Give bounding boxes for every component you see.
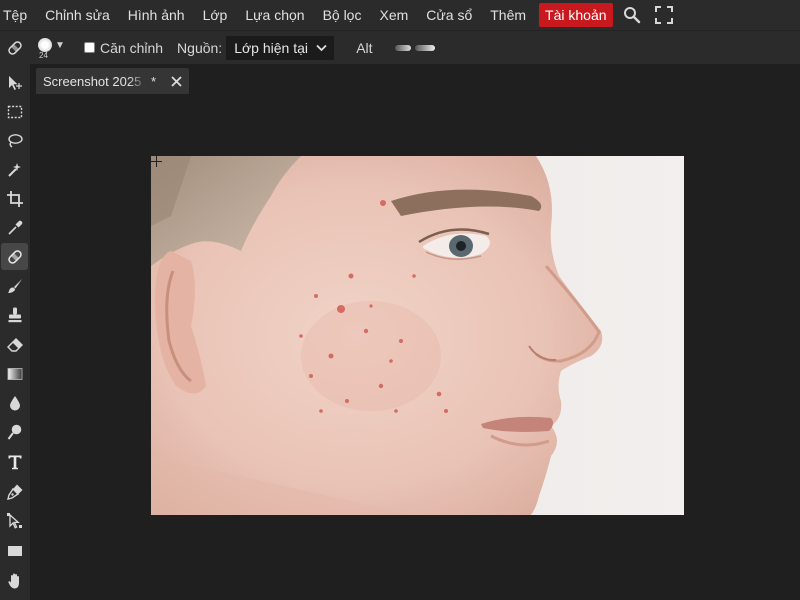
rectangle-tool[interactable] — [1, 537, 28, 564]
healing-brush-icon[interactable] — [1, 34, 29, 62]
brush-icon — [7, 278, 22, 293]
crop-tool[interactable] — [1, 185, 28, 212]
chevron-down-icon: ▼ — [55, 39, 65, 51]
brush-size-label: 24 — [39, 50, 48, 60]
gradient-icon — [7, 367, 22, 380]
source-select-value: Lớp hiện tại — [234, 39, 308, 56]
menu-image[interactable]: Hình ảnh — [119, 3, 194, 27]
align-label: Căn chỉnh — [100, 39, 164, 56]
marquee-tool[interactable] — [1, 98, 28, 125]
menu-more[interactable]: Thêm — [481, 3, 535, 27]
eyedropper-icon — [7, 220, 22, 235]
options-bar: 24 ▼ Căn chỉnh Nguồn: Lớp hiện tại Alt — [0, 30, 800, 64]
marquee-icon — [7, 105, 22, 118]
type-tool[interactable] — [1, 448, 28, 475]
healing-brush-icon — [7, 249, 22, 264]
pen-tool[interactable] — [1, 478, 28, 505]
workspace[interactable] — [30, 94, 800, 600]
source-label: Nguồn: — [177, 39, 223, 56]
tools-panel — [0, 64, 30, 600]
move-tool[interactable] — [1, 69, 28, 96]
menu-view[interactable]: Xem — [370, 3, 417, 27]
image-canvas[interactable] — [151, 156, 684, 515]
menu-bar: Tệp Chỉnh sửa Hình ảnh Lớp Lựa chọn Bộ l… — [0, 0, 800, 30]
document-tab-bar: Screenshot 2025 * — [30, 64, 800, 94]
gradient-tool[interactable] — [1, 360, 28, 387]
crop-icon — [6, 190, 23, 207]
portrait-image — [151, 156, 684, 515]
type-icon — [8, 455, 21, 469]
account-button[interactable]: Tài khoản — [539, 3, 613, 27]
chevron-down-icon — [316, 44, 327, 51]
eraser-icon — [6, 337, 23, 352]
document-tab[interactable]: Screenshot 2025 * — [36, 68, 189, 94]
alt-mode-soft-icon[interactable] — [394, 44, 411, 51]
hand-tool[interactable] — [1, 567, 28, 594]
rectangle-icon — [7, 545, 22, 556]
blur-drop-icon — [9, 395, 20, 410]
blur-tool[interactable] — [1, 389, 28, 416]
magic-wand-tool[interactable] — [1, 156, 28, 183]
move-icon — [8, 75, 22, 90]
source-select[interactable]: Lớp hiện tại — [226, 35, 335, 60]
hand-icon — [7, 573, 19, 588]
alt-label: Alt — [356, 39, 373, 56]
alt-mode-hard-icon[interactable] — [414, 44, 435, 51]
cursor-crosshair-icon — [151, 156, 162, 167]
search-icon[interactable] — [619, 2, 645, 28]
pen-icon — [6, 484, 22, 500]
menu-layer[interactable]: Lớp — [194, 3, 237, 27]
menu-file[interactable]: Tệp — [0, 3, 36, 27]
dodge-icon — [7, 424, 21, 440]
unsaved-indicator: * — [151, 73, 157, 89]
align-checkbox[interactable] — [84, 42, 95, 53]
dodge-tool[interactable] — [1, 418, 28, 445]
fullscreen-icon[interactable] — [651, 2, 677, 28]
brush-preset-picker[interactable]: 24 ▼ — [35, 33, 69, 63]
brush-tip-icon — [38, 37, 52, 52]
menu-select[interactable]: Lựa chọn — [236, 3, 313, 27]
magic-wand-icon — [7, 162, 21, 177]
clone-stamp-tool[interactable] — [1, 301, 28, 328]
lasso-tool[interactable] — [1, 127, 28, 154]
align-toggle[interactable]: Căn chỉnh — [84, 40, 163, 56]
path-select-tool[interactable] — [1, 507, 28, 534]
lasso-icon — [7, 133, 23, 148]
menu-window[interactable]: Cửa sổ — [417, 3, 481, 27]
eraser-tool[interactable] — [1, 331, 28, 358]
menu-edit[interactable]: Chỉnh sửa — [36, 3, 119, 27]
healing-brush-tool[interactable] — [1, 243, 28, 270]
document-tab-title: Screenshot 2025 — [43, 73, 142, 89]
brush-tool[interactable] — [1, 272, 28, 299]
stamp-icon — [8, 307, 21, 322]
path-select-icon — [6, 512, 22, 529]
menu-filter[interactable]: Bộ lọc — [314, 3, 371, 27]
close-icon[interactable] — [169, 74, 183, 88]
eyedropper-tool[interactable] — [1, 214, 28, 241]
